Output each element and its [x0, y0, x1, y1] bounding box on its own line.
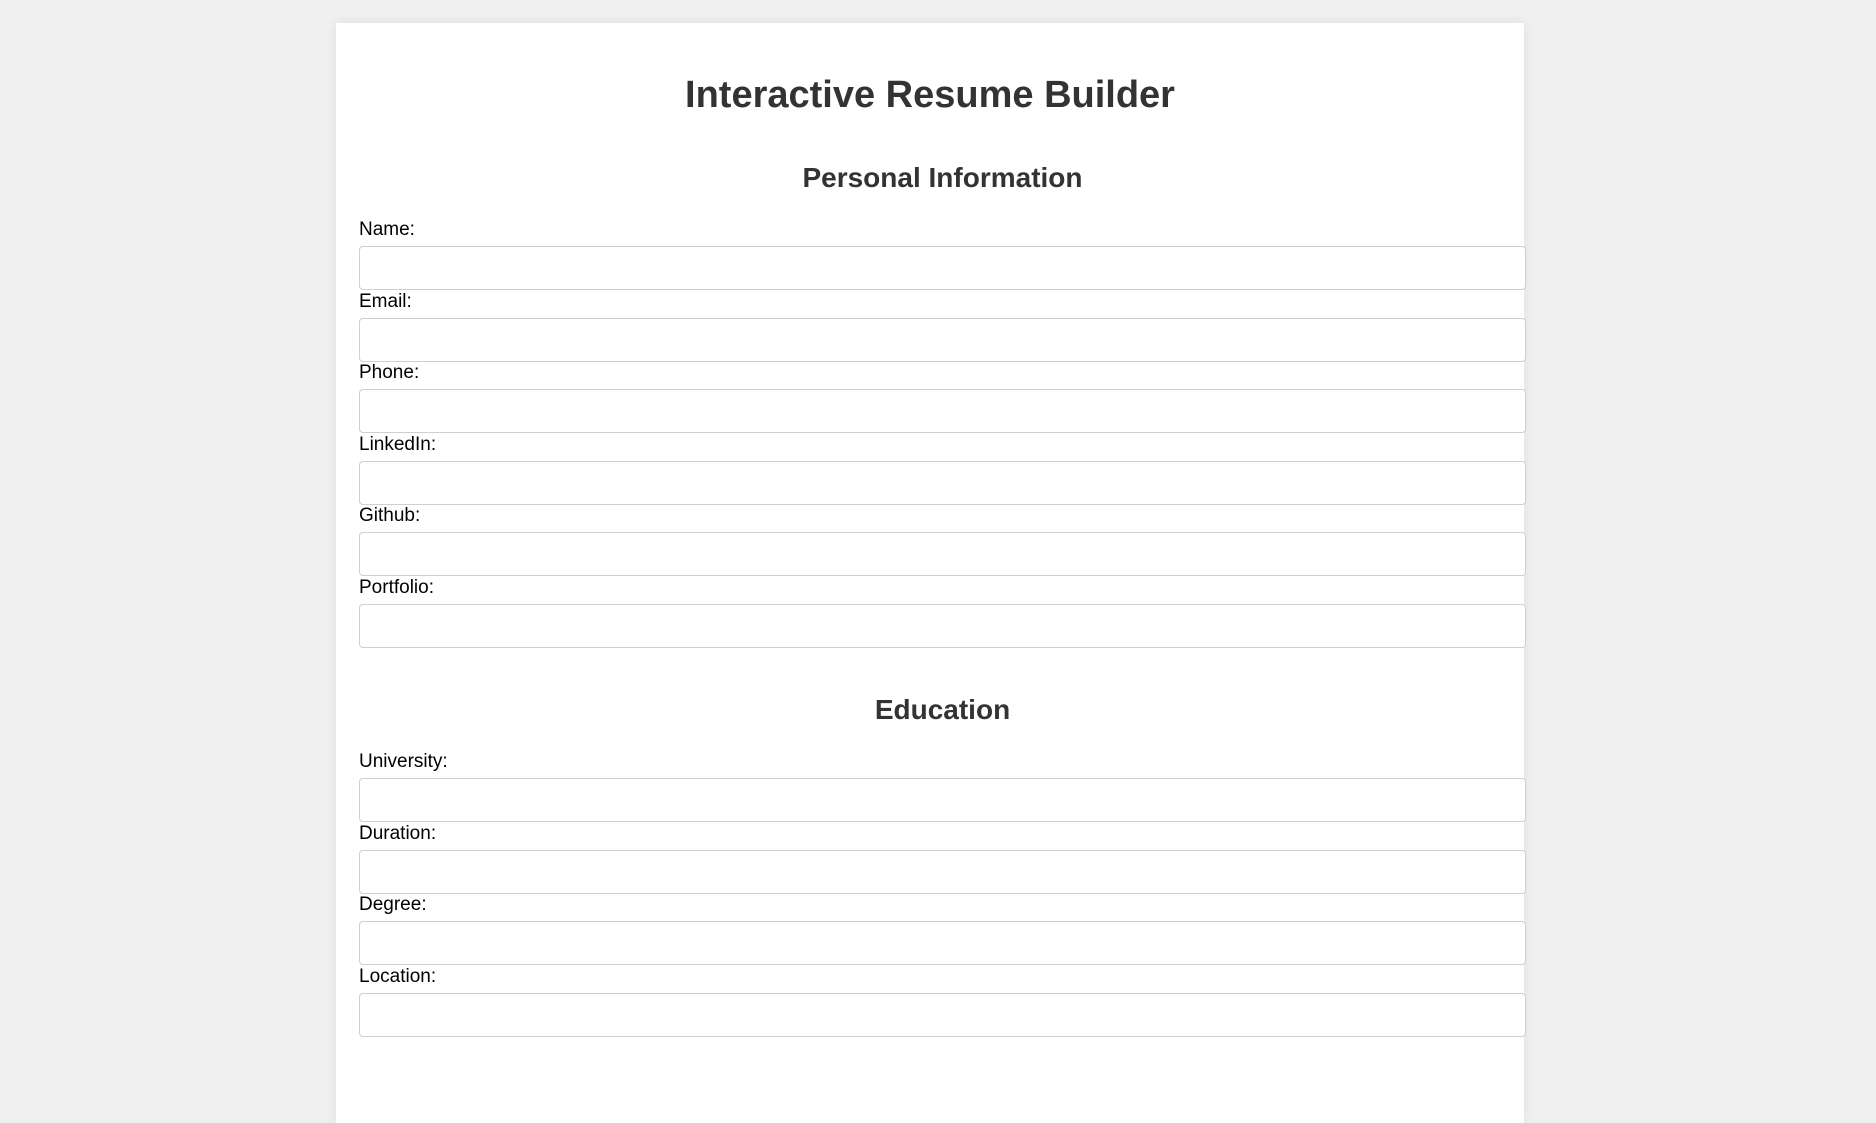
linkedin-field-group: LinkedIn: [359, 434, 1526, 506]
phone-input[interactable] [359, 389, 1526, 433]
university-label: University: [359, 751, 448, 772]
email-input[interactable] [359, 317, 1526, 362]
education-heading: Education [874, 694, 1011, 725]
portfolio-field-group: Portfolio: [359, 577, 1526, 649]
phone-field-group: Phone: [359, 362, 1526, 434]
personal-information-heading: Personal Information [802, 162, 1083, 193]
email-label: Email: [359, 290, 412, 312]
github-input[interactable] [359, 532, 1526, 576]
page-title: Interactive Resume Builder [685, 74, 1175, 116]
location-input[interactable] [359, 992, 1526, 1037]
resume-builder-panel: Interactive Resume Builder Personal Info… [336, 23, 1526, 1123]
portfolio-label: Portfolio: [359, 576, 434, 598]
duration-input[interactable] [359, 849, 1526, 894]
name-label: Name: [359, 219, 415, 240]
phone-label: Phone: [359, 362, 420, 383]
degree-field-group: Degree: [359, 894, 1526, 966]
location-label: Location: [359, 965, 437, 987]
university-field-group: University: [359, 751, 1526, 823]
education-section: Education University: Duration: Degree: … [359, 693, 1526, 1037]
email-field-group: Email: [359, 291, 1526, 363]
personal-information-section: Personal Information Name: Email: Phone:… [359, 161, 1526, 648]
github-label: Github: [359, 505, 421, 526]
name-field-group: Name: [359, 219, 1526, 291]
name-input[interactable] [359, 246, 1526, 290]
duration-label: Duration: [359, 822, 437, 844]
degree-input[interactable] [359, 921, 1526, 965]
location-field-group: Location: [359, 966, 1526, 1038]
university-input[interactable] [359, 778, 1526, 822]
github-field-group: Github: [359, 505, 1526, 577]
portfolio-input[interactable] [359, 603, 1526, 648]
linkedin-label: LinkedIn: [359, 433, 437, 455]
degree-label: Degree: [359, 894, 427, 915]
linkedin-input[interactable] [359, 460, 1526, 505]
duration-field-group: Duration: [359, 823, 1526, 895]
